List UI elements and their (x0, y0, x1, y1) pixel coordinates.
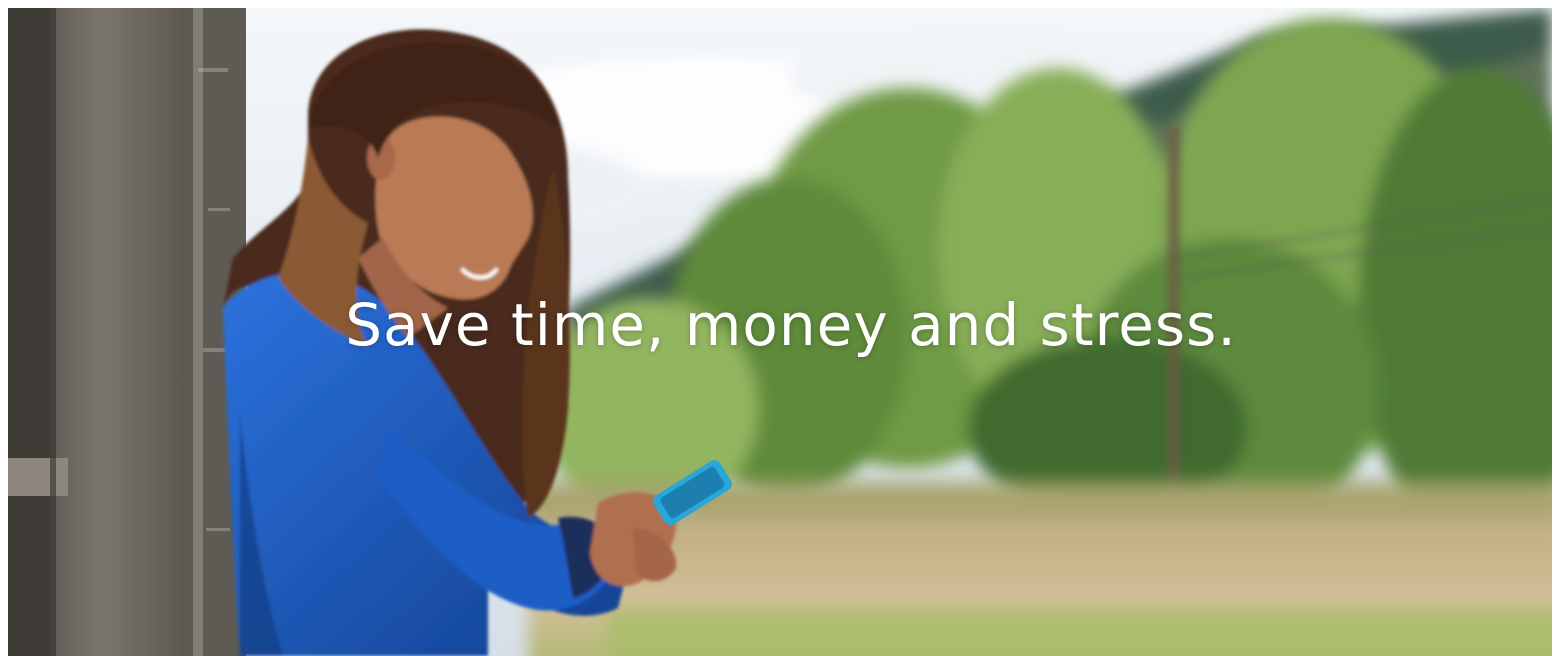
hero-banner: Save time, money and stress. (8, 8, 1552, 656)
hero-headline: Save time, money and stress. (345, 291, 1237, 359)
